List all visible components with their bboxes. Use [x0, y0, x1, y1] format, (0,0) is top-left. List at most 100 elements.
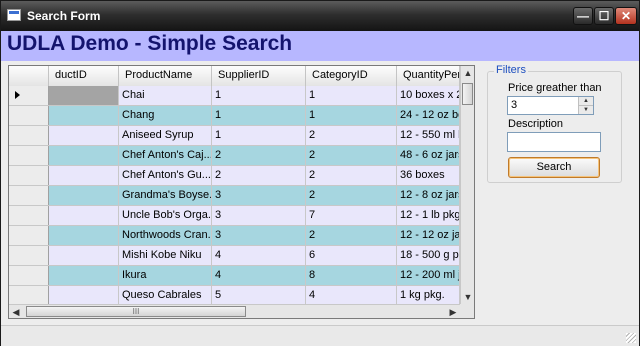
cell-product-id[interactable] [49, 226, 119, 245]
cell-product-id[interactable] [49, 246, 119, 265]
cell-category-id[interactable]: 2 [306, 166, 397, 185]
row-header[interactable] [9, 86, 49, 105]
cell-category-id[interactable]: 2 [306, 126, 397, 145]
cell-quantity-per-unit[interactable]: 1 kg pkg. [397, 286, 460, 305]
cell-product-name[interactable]: Queso Cabrales [119, 286, 212, 305]
cell-supplier-id[interactable]: 3 [212, 186, 306, 205]
cell-product-id[interactable] [49, 166, 119, 185]
row-header[interactable] [9, 186, 49, 205]
column-header-supplier-id[interactable]: SupplierID [212, 66, 306, 86]
cell-product-id[interactable] [49, 186, 119, 205]
cell-product-id[interactable] [49, 286, 119, 305]
close-button[interactable]: ✕ [615, 7, 637, 25]
cell-supplier-id[interactable]: 3 [212, 206, 306, 225]
cell-quantity-per-unit[interactable]: 48 - 6 oz jars [397, 146, 460, 165]
horizontal-scroll-thumb[interactable]: III [26, 306, 246, 317]
cell-product-name[interactable]: Aniseed Syrup [119, 126, 212, 145]
cell-product-name[interactable]: Mishi Kobe Niku [119, 246, 212, 265]
cell-product-name[interactable]: Chef Anton's Gu... [119, 166, 212, 185]
cell-quantity-per-unit[interactable]: 36 boxes [397, 166, 460, 185]
cell-quantity-per-unit[interactable]: 18 - 500 g pk [397, 246, 460, 265]
cell-quantity-per-unit[interactable]: 10 boxes x 20 [397, 86, 460, 105]
price-spinner[interactable]: 3 ▲ ▼ [507, 96, 594, 115]
cell-product-name[interactable]: Grandma's Boyse... [119, 186, 212, 205]
table-row[interactable]: Mishi Kobe Niku 4 6 18 - 500 g pk [9, 246, 461, 266]
horizontal-scrollbar[interactable]: ◀ III ▶ [9, 304, 460, 318]
row-header[interactable] [9, 166, 49, 185]
cell-category-id[interactable]: 1 [306, 106, 397, 125]
cell-category-id[interactable]: 1 [306, 86, 397, 105]
column-header-quantity-per-unit[interactable]: QuantityPer [397, 66, 460, 86]
cell-supplier-id[interactable]: 5 [212, 286, 306, 305]
description-input[interactable] [507, 132, 601, 152]
cell-supplier-id[interactable]: 1 [212, 126, 306, 145]
table-row[interactable]: Chef Anton's Caj... 2 2 48 - 6 oz jars [9, 146, 461, 166]
row-header[interactable] [9, 266, 49, 285]
row-header[interactable] [9, 226, 49, 245]
cell-product-id[interactable] [49, 106, 119, 125]
table-row[interactable]: Aniseed Syrup 1 2 12 - 550 ml b [9, 126, 461, 146]
table-row[interactable]: Chang 1 1 24 - 12 oz bo [9, 106, 461, 126]
cell-category-id[interactable]: 2 [306, 226, 397, 245]
cell-supplier-id[interactable]: 1 [212, 86, 306, 105]
price-value[interactable]: 3 [511, 99, 517, 111]
cell-supplier-id[interactable]: 2 [212, 166, 306, 185]
cell-supplier-id[interactable]: 3 [212, 226, 306, 245]
minimize-button[interactable]: — [573, 7, 593, 25]
cell-product-name[interactable]: Northwoods Cran... [119, 226, 212, 245]
cell-quantity-per-unit[interactable]: 24 - 12 oz bo [397, 106, 460, 125]
cell-product-name[interactable]: Ikura [119, 266, 212, 285]
vertical-scroll-thumb[interactable] [462, 83, 473, 105]
cell-category-id[interactable]: 2 [306, 186, 397, 205]
cell-supplier-id[interactable]: 2 [212, 146, 306, 165]
search-button[interactable]: Search [508, 157, 600, 178]
cell-category-id[interactable]: 4 [306, 286, 397, 305]
cell-product-name[interactable]: Chai [119, 86, 212, 105]
row-header[interactable] [9, 126, 49, 145]
cell-quantity-per-unit[interactable]: 12 - 8 oz jars [397, 186, 460, 205]
cell-product-id[interactable] [49, 126, 119, 145]
cell-category-id[interactable]: 7 [306, 206, 397, 225]
table-row[interactable]: Chai1110 boxes x 20 [9, 86, 461, 106]
resize-grip-icon[interactable] [626, 333, 636, 343]
row-header[interactable] [9, 206, 49, 225]
cell-product-name[interactable]: Uncle Bob's Orga... [119, 206, 212, 225]
table-row[interactable]: Northwoods Cran... 3 2 12 - 12 oz jar [9, 226, 461, 246]
scroll-left-icon[interactable]: ◀ [9, 305, 23, 318]
cell-product-name[interactable]: Chef Anton's Caj... [119, 146, 212, 165]
table-row[interactable]: Uncle Bob's Orga... 3 7 12 - 1 lb pkgs [9, 206, 461, 226]
cell-category-id[interactable]: 8 [306, 266, 397, 285]
spin-down-icon[interactable]: ▼ [579, 106, 593, 114]
column-header-product-name[interactable]: ProductName [119, 66, 212, 86]
vertical-scrollbar[interactable]: ▲ ▼ [460, 66, 474, 304]
row-header[interactable] [9, 106, 49, 125]
row-header[interactable] [9, 146, 49, 165]
cell-quantity-per-unit[interactable]: 12 - 1 lb pkgs [397, 206, 460, 225]
cell-product-name[interactable]: Chang [119, 106, 212, 125]
spin-up-icon[interactable]: ▲ [579, 97, 593, 106]
table-row[interactable]: Ikura 4 8 12 - 200 ml ja [9, 266, 461, 286]
scroll-down-icon[interactable]: ▼ [461, 290, 474, 304]
cell-quantity-per-unit[interactable]: 12 - 550 ml b [397, 126, 460, 145]
table-row[interactable]: Grandma's Boyse... 3 2 12 - 8 oz jars [9, 186, 461, 206]
cell-supplier-id[interactable]: 4 [212, 246, 306, 265]
cell-product-id[interactable] [49, 86, 119, 105]
products-grid[interactable]: ductID ProductName SupplierID CategoryID… [8, 65, 475, 319]
maximize-button[interactable]: ☐ [594, 7, 614, 25]
cell-quantity-per-unit[interactable]: 12 - 12 oz jar [397, 226, 460, 245]
cell-quantity-per-unit[interactable]: 12 - 200 ml ja [397, 266, 460, 285]
title-bar[interactable]: Search Form — ☐ ✕ [1, 1, 639, 31]
cell-supplier-id[interactable]: 4 [212, 266, 306, 285]
row-header[interactable] [9, 286, 49, 305]
table-row[interactable]: Chef Anton's Gu... 2 2 36 boxes [9, 166, 461, 186]
cell-product-id[interactable] [49, 206, 119, 225]
cell-product-id[interactable] [49, 266, 119, 285]
column-header-product-id[interactable]: ductID [49, 66, 119, 86]
cell-product-id[interactable] [49, 146, 119, 165]
table-row[interactable]: Queso Cabrales 5 4 1 kg pkg. [9, 286, 461, 306]
cell-supplier-id[interactable]: 1 [212, 106, 306, 125]
cell-category-id[interactable]: 6 [306, 246, 397, 265]
column-header-category-id[interactable]: CategoryID [306, 66, 397, 86]
scroll-up-icon[interactable]: ▲ [461, 66, 474, 80]
row-header[interactable] [9, 246, 49, 265]
